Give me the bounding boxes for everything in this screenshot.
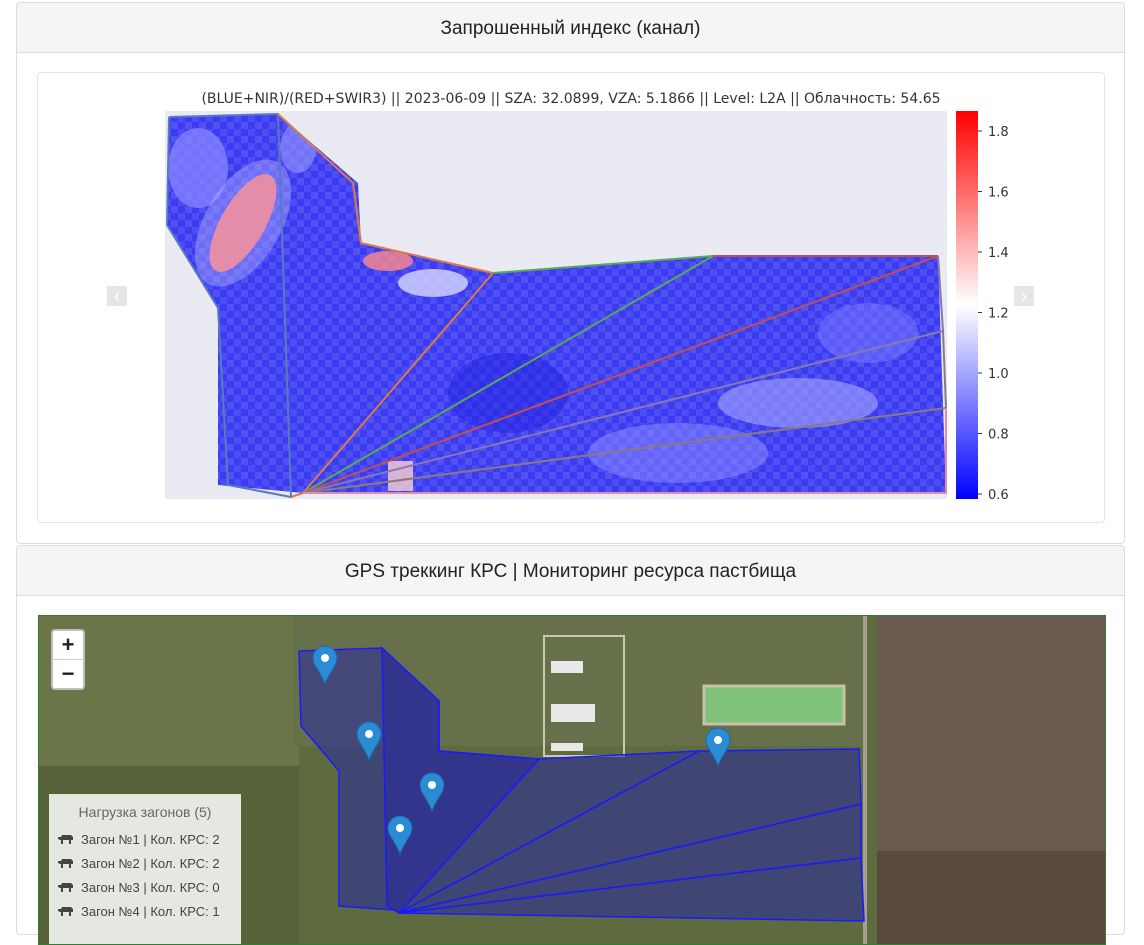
colorbar-ticks: 1.8 1.6 1.4 1.2 1.0 0.8 0.6 <box>978 125 1009 503</box>
legend-item-label: Загон №4 | Кол. КРС: 1 <box>81 904 220 919</box>
colorbar-tick-label: 0.6 <box>988 488 1009 503</box>
colorbar-tick-label: 1.0 <box>988 367 1009 382</box>
carousel-prev-button[interactable]: ‹ <box>107 286 127 306</box>
gps-panel-header: GPS треккинг КРС | Мониторинг ресурса па… <box>17 546 1124 596</box>
building <box>551 704 595 722</box>
colorbar-tick-label: 1.2 <box>988 307 1009 322</box>
index-panel: Запрошенный индекс (канал) (BLUE+NIR)/(R… <box>16 2 1125 544</box>
legend-item: Загон №2 | Кол. КРС: 2 <box>49 852 241 876</box>
legend-item-label: Загон №2 | Кол. КРС: 2 <box>81 856 220 871</box>
colorbar-tick-label: 1.4 <box>988 246 1009 261</box>
satellite-map[interactable]: + − Нагрузка загонов (5) Загон №1 | Кол.… <box>38 615 1106 945</box>
colorbar-tick-label: 0.8 <box>988 428 1009 443</box>
colorbar <box>956 111 978 499</box>
zoom-in-button[interactable]: + <box>53 631 83 659</box>
legend-item-label: Загон №3 | Кол. КРС: 0 <box>81 880 220 895</box>
carousel-next-button[interactable]: › <box>1014 286 1034 306</box>
zoom-control: + − <box>51 629 85 690</box>
legend-title: Нагрузка загонов (5) <box>78 804 212 820</box>
paddock-load-legend: Нагрузка загонов (5) Загон №1 | Кол. КРС… <box>49 794 241 944</box>
zoom-out-button[interactable]: − <box>53 659 83 688</box>
index-panel-header: Запрошенный индекс (канал) <box>17 3 1124 53</box>
cow-icon <box>57 853 75 877</box>
legend-item-label: Загон №1 | Кол. КРС: 2 <box>81 832 220 847</box>
legend-item: Загон №4 | Кол. КРС: 1 <box>49 900 241 924</box>
chevron-left-icon: ‹ <box>114 286 120 306</box>
index-map: 1.8 1.6 1.4 1.2 1.0 0.8 0.6 <box>165 111 1009 503</box>
chevron-right-icon: › <box>1021 286 1027 306</box>
building <box>551 743 583 751</box>
legend-item: Загон №3 | Кол. КРС: 0 <box>49 876 241 900</box>
cow-icon <box>57 877 75 901</box>
cow-icon <box>57 901 75 925</box>
plowed-field-south <box>877 851 1105 944</box>
colorbar-tick-label: 1.6 <box>988 186 1009 201</box>
colorbar-tick-label: 1.8 <box>988 125 1009 140</box>
building <box>551 661 583 673</box>
legend-item: Загон №1 | Кол. КРС: 2 <box>49 828 241 852</box>
cow-icon <box>57 829 75 853</box>
gps-panel: GPS треккинг КРС | Мониторинг ресурса па… <box>16 545 1125 945</box>
pond <box>702 684 846 726</box>
index-plot-container: (BLUE+NIR)/(RED+SWIR3) || 2023-06-09 || … <box>37 72 1105 523</box>
